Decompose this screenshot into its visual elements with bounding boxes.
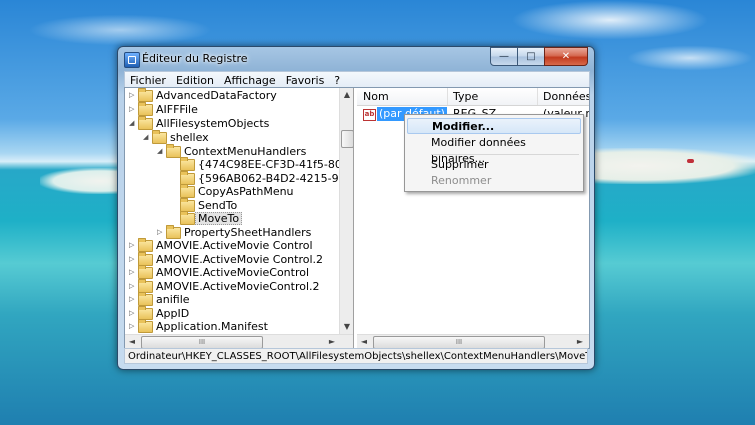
scroll-thumb[interactable]	[341, 130, 353, 148]
close-button[interactable]: ✕	[544, 47, 588, 66]
tree-item-label: ContextMenuHandlers	[184, 145, 307, 158]
expand-arrow-icon[interactable]: ▷	[129, 269, 135, 276]
tree-item-label: AMOVIE.ActiveMovie Control	[156, 239, 313, 252]
expand-arrow-icon[interactable]: ▷	[129, 296, 135, 303]
tree-horizontal-scrollbar[interactable]: ◄ III ►	[125, 334, 353, 348]
registry-editor-window: Éditeur du Registre — □ ✕ Fichier Editio…	[117, 46, 595, 370]
key-tree: ▷ AdvancedDataFactory ▷ AIFFFile ◢ AllFi…	[125, 88, 339, 334]
folder-open-icon	[166, 144, 181, 158]
tree-item-label: Application.Manifest	[156, 320, 268, 333]
expand-arrow-icon[interactable]: ▷	[129, 310, 135, 317]
folder-icon	[180, 211, 195, 225]
list-header: Nom Type Données	[357, 88, 589, 106]
tree-item-label: {596AB062-B4D2-4215-9F74-E9109B0	[198, 172, 339, 185]
string-value-icon: ab	[363, 109, 376, 121]
tree-item-label: AppID	[156, 307, 190, 320]
expand-arrow-icon[interactable]: ▷	[129, 283, 135, 290]
menu-edition[interactable]: Edition	[171, 74, 219, 87]
boat	[687, 159, 694, 163]
tree-item-label: SendTo	[198, 199, 238, 212]
folder-icon	[138, 319, 153, 333]
folder-open-icon	[138, 116, 153, 130]
expand-arrow-icon[interactable]: ▷	[129, 323, 135, 330]
menu-help[interactable]: ?	[329, 74, 345, 87]
expand-arrow-icon[interactable]: ▷	[157, 229, 163, 236]
folder-open-icon	[152, 130, 167, 144]
caption-buttons: — □ ✕	[490, 47, 588, 66]
menu-bar: Fichier Edition Affichage Favoris ?	[124, 71, 590, 88]
regedit-icon	[124, 52, 140, 68]
tree-item-label: shellex	[170, 131, 209, 144]
menu-item-supprimer[interactable]: Supprimer	[407, 157, 581, 173]
scroll-right-arrow-icon[interactable]: ►	[325, 335, 339, 348]
folder-icon	[138, 292, 153, 306]
scroll-thumb[interactable]: III	[141, 336, 263, 348]
tree-item-label: AllFilesystemObjects	[156, 117, 270, 130]
tree-item-label: AMOVIE.ActiveMovieControl	[156, 266, 310, 279]
tree-item-label: AMOVIE.ActiveMovieControl.2	[156, 280, 320, 293]
key-tree-pane[interactable]: ▷ AdvancedDataFactory ▷ AIFFFile ◢ AllFi…	[125, 88, 354, 348]
menu-fichier[interactable]: Fichier	[125, 74, 171, 87]
folder-icon	[180, 157, 195, 171]
folder-icon	[138, 238, 153, 252]
tree-item-label: CopyAsPathMenu	[198, 185, 294, 198]
tree-item-label: AIFFFile	[156, 103, 198, 116]
scroll-left-arrow-icon[interactable]: ◄	[357, 335, 371, 348]
title-bar[interactable]: Éditeur du Registre — □ ✕	[118, 47, 594, 71]
expand-arrow-icon[interactable]: ▷	[129, 256, 135, 263]
tree-item-label: PropertySheetHandlers	[184, 226, 312, 239]
menu-separator	[431, 154, 579, 155]
tree-item-label: AdvancedDataFactory	[156, 89, 277, 102]
scroll-right-arrow-icon[interactable]: ►	[573, 335, 587, 348]
scroll-up-arrow-icon[interactable]: ▲	[340, 88, 353, 102]
collapse-arrow-icon[interactable]: ◢	[143, 134, 149, 141]
tree-item-label: AMOVIE.ActiveMovie Control.2	[156, 253, 324, 266]
tree-vertical-scrollbar[interactable]: ▲ ▼	[339, 88, 353, 334]
scroll-down-arrow-icon[interactable]: ▼	[340, 320, 353, 334]
list-horizontal-scrollbar[interactable]: ◄ III ►	[357, 334, 589, 348]
folder-icon	[138, 102, 153, 116]
folder-icon	[180, 184, 195, 198]
collapse-arrow-icon[interactable]: ◢	[157, 148, 163, 155]
window-title: Éditeur du Registre	[142, 52, 248, 65]
folder-icon	[138, 265, 153, 279]
folder-icon	[166, 225, 181, 239]
column-header-type[interactable]: Type	[447, 88, 538, 105]
tree-item-label: anifile	[156, 293, 190, 306]
folder-icon	[138, 88, 153, 102]
column-header-data[interactable]: Données	[537, 88, 589, 105]
scroll-left-arrow-icon[interactable]: ◄	[125, 335, 139, 348]
menu-item-modifier-binaire[interactable]: Modifier données binaires...	[407, 135, 581, 165]
collapse-arrow-icon[interactable]: ◢	[129, 120, 135, 127]
menu-affichage[interactable]: Affichage	[219, 74, 281, 87]
tree-item-label: MoveTo	[195, 212, 243, 225]
status-bar: Ordinateur\HKEY_CLASSES_ROOT\AllFilesyst…	[124, 348, 588, 364]
expand-arrow-icon[interactable]: ▷	[129, 92, 135, 99]
menu-item-renommer: Renommer	[431, 174, 492, 187]
column-header-name[interactable]: Nom	[357, 88, 448, 105]
maximize-button[interactable]: □	[517, 47, 545, 66]
minimize-button[interactable]: —	[490, 47, 518, 66]
menu-item-modifier[interactable]: Modifier...	[407, 118, 581, 134]
menu-favoris[interactable]: Favoris	[281, 74, 330, 87]
expand-arrow-icon[interactable]: ▷	[129, 106, 135, 113]
tree-item-label: {474C98EE-CF3D-41f5-80E3-4AAB0A	[198, 158, 339, 171]
context-menu: Modifier... Modifier données binaires...…	[404, 114, 584, 192]
scroll-thumb[interactable]: III	[373, 336, 545, 348]
expand-arrow-icon[interactable]: ▷	[129, 242, 135, 249]
